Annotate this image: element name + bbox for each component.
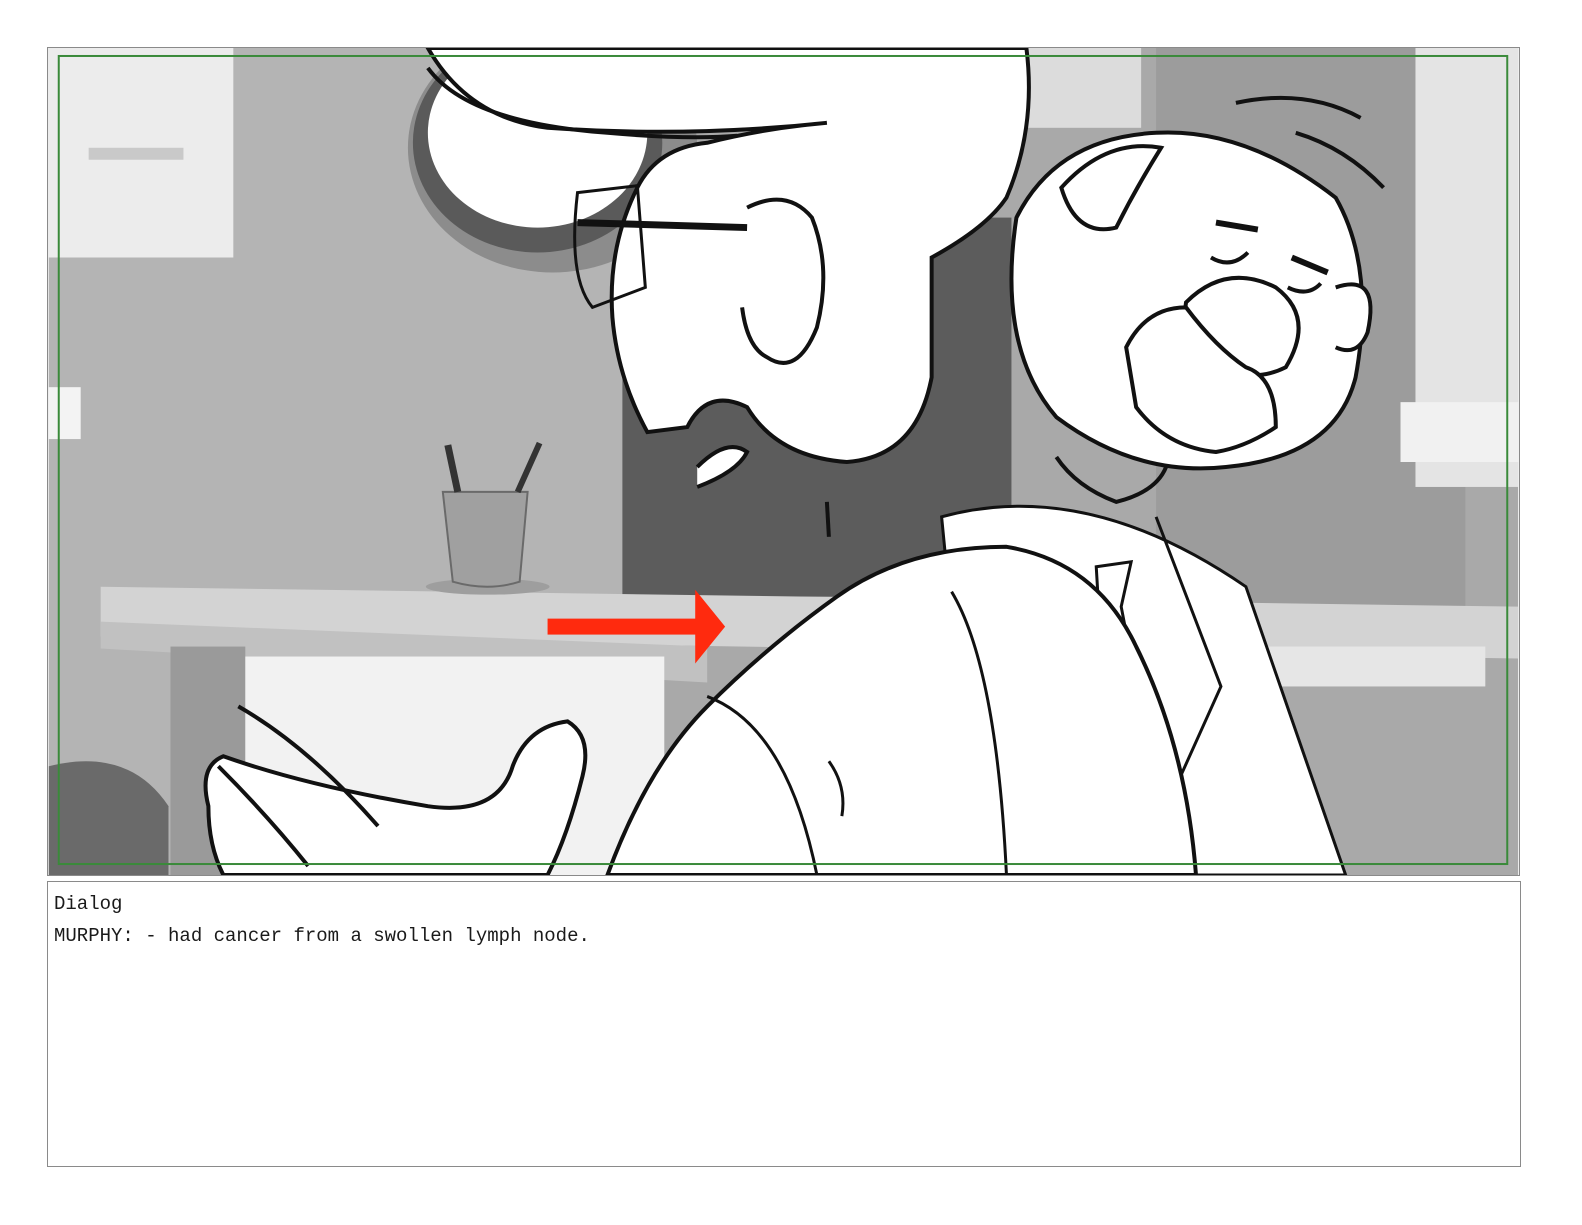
foreground-man-neck [824,501,831,537]
left-shelf-edge [48,387,81,440]
dialog-box: Dialog MURPHY: - had cancer from a swoll… [47,881,1521,1167]
storyboard-panel [47,47,1520,876]
framed-picture [1026,48,1142,128]
cabinet-handle [88,147,184,160]
dialog-heading: Dialog [54,893,123,915]
right-window-sill [1400,402,1519,462]
foreground-man-glasses-arm [577,219,748,232]
background-man-ear [1334,282,1373,353]
desk-right-panel [1245,646,1486,687]
pen-cup [441,490,529,588]
storyboard-drawing [48,48,1519,875]
dialog-line: MURPHY: - had cancer from a swollen lymp… [54,925,590,947]
foreground-man-ear [740,197,826,365]
